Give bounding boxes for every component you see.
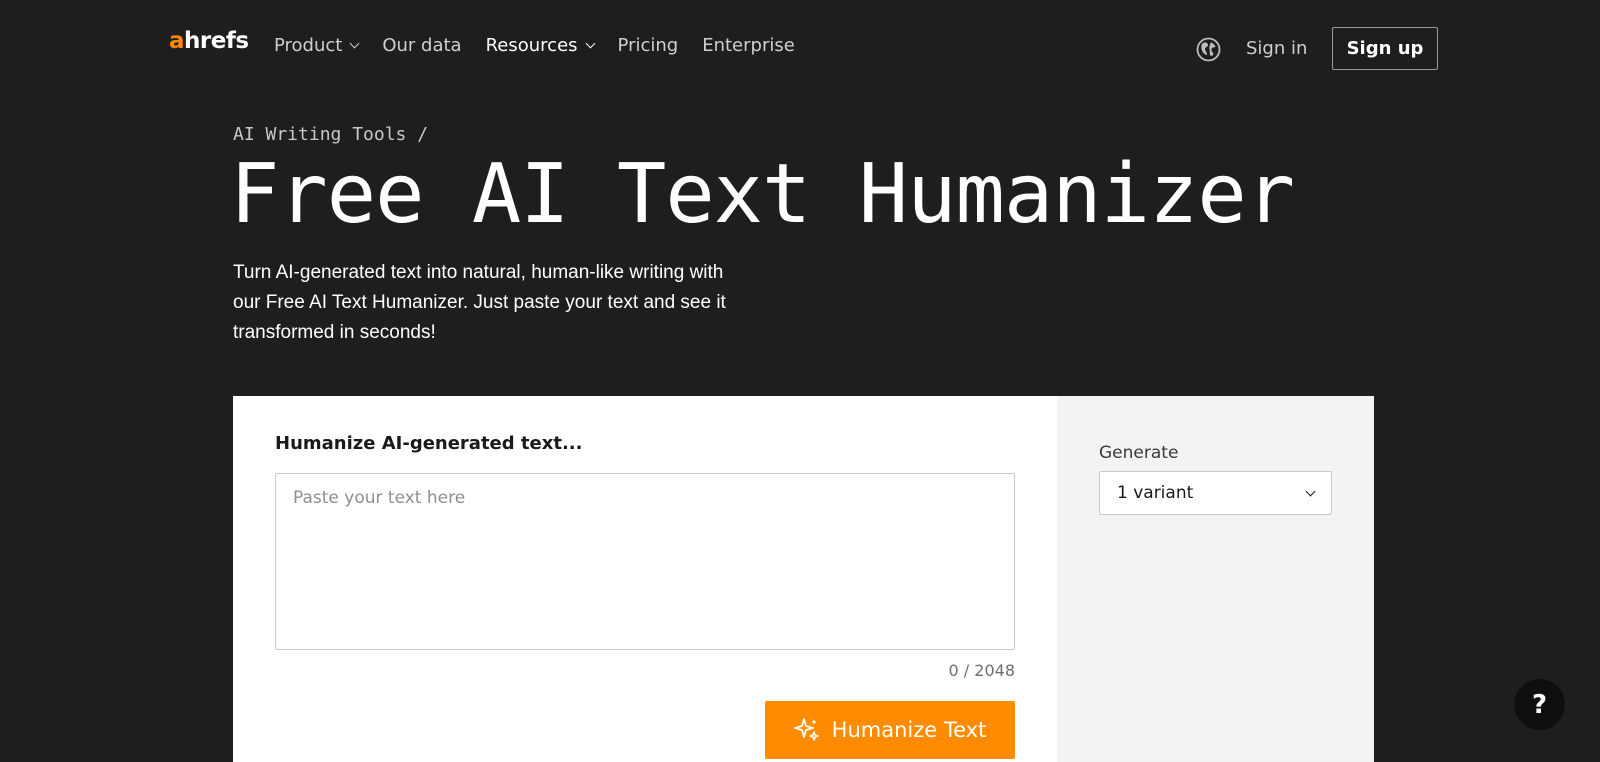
top-navigation: ahrefs Product Our data Resources Pricin… <box>0 0 1600 96</box>
tool-options-panel: Generate 1 variant <box>1057 396 1374 762</box>
sign-up-button[interactable]: Sign up <box>1332 27 1438 70</box>
nav-item-label: Resources <box>485 35 578 56</box>
nav-item-product[interactable]: Product <box>274 35 360 56</box>
page-title: Free AI Text Humanizer <box>230 147 1295 242</box>
nav-item-our-data[interactable]: Our data <box>382 35 461 56</box>
logo-first-letter: a <box>169 28 185 54</box>
nav-item-label: Enterprise <box>702 35 795 56</box>
chevron-down-icon <box>1305 486 1316 496</box>
globe-icon[interactable] <box>1196 37 1221 62</box>
input-label: Humanize AI-generated text... <box>275 433 583 454</box>
nav-item-enterprise[interactable]: Enterprise <box>702 35 795 56</box>
nav-item-label: Pricing <box>617 35 679 56</box>
chevron-down-icon <box>349 38 360 49</box>
page-description: Turn AI-generated text into natural, hum… <box>233 262 726 343</box>
nav-item-label: Product <box>274 35 343 56</box>
text-input[interactable] <box>275 473 1015 650</box>
variant-select-value: 1 variant <box>1117 483 1194 503</box>
tool-input-panel: Humanize AI-generated text... 0 / 2048 H… <box>233 396 1057 762</box>
humanize-text-button[interactable]: Humanize Text <box>765 701 1015 759</box>
variant-select[interactable]: 1 variant <box>1099 471 1332 515</box>
nav-item-label: Our data <box>382 35 462 56</box>
character-counter: 0 / 2048 <box>948 661 1015 680</box>
humanize-button-label: Humanize Text <box>831 718 987 742</box>
sparkle-icon <box>793 718 819 741</box>
help-button[interactable]: ? <box>1514 679 1565 730</box>
sign-in-link[interactable]: Sign in <box>1246 38 1307 59</box>
ahrefs-logo[interactable]: ahrefs <box>169 30 249 53</box>
logo-rest: hrefs <box>184 28 249 54</box>
chevron-down-icon <box>585 38 595 49</box>
nav-links: Product Our data Resources Pricing Enter… <box>274 35 819 56</box>
generate-label: Generate <box>1099 443 1179 463</box>
humanizer-tool-card: Humanize AI-generated text... 0 / 2048 H… <box>233 396 1374 762</box>
breadcrumb[interactable]: AI Writing Tools / <box>233 124 428 145</box>
nav-item-pricing[interactable]: Pricing <box>618 35 679 56</box>
nav-item-resources[interactable]: Resources <box>485 35 595 56</box>
